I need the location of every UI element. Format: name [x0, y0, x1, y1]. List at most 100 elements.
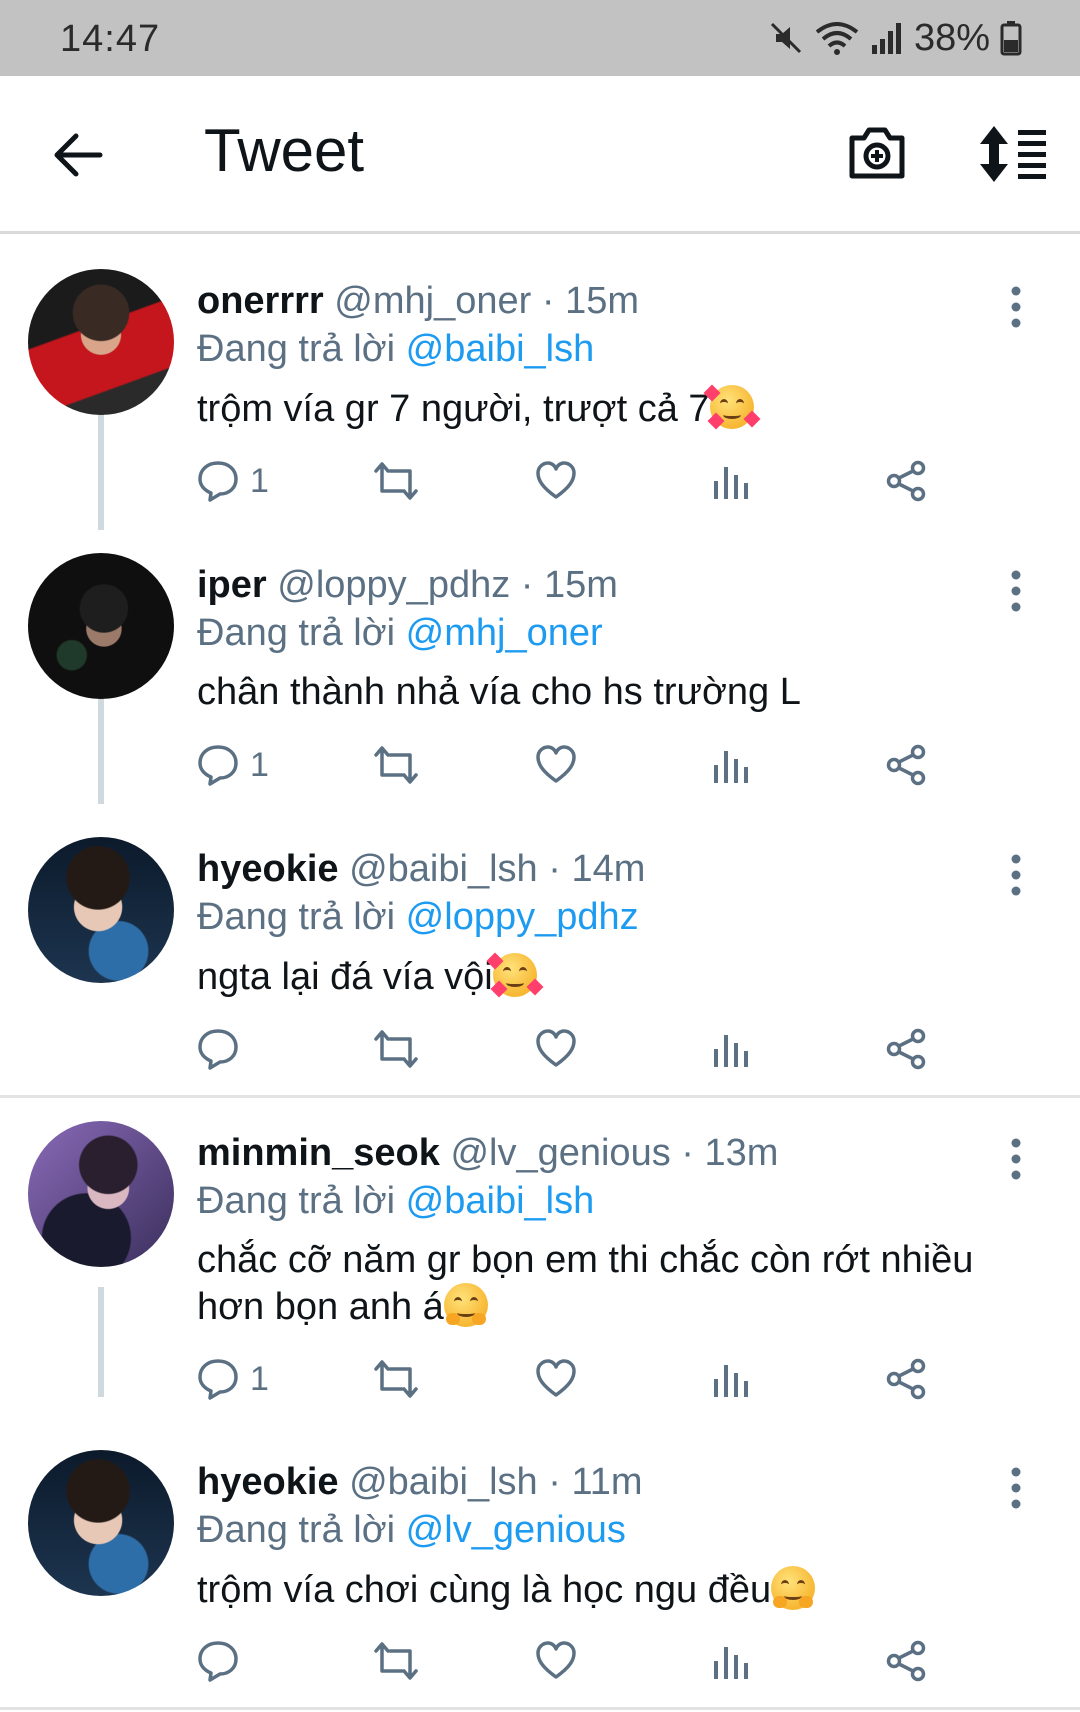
display-name[interactable]: hyeokie — [197, 848, 339, 890]
retweet-button[interactable] — [372, 451, 420, 511]
user-handle[interactable]: @baibi_lsh — [349, 848, 538, 890]
mention-link[interactable]: @lv_genious — [406, 1509, 626, 1551]
retweet-button[interactable] — [372, 735, 420, 795]
app-bar: Tweet — [0, 76, 1080, 234]
back-button[interactable] — [46, 126, 110, 184]
reply-count: 1 — [250, 1359, 269, 1398]
timestamp: 11m — [571, 1461, 643, 1503]
more-options-button[interactable] — [1004, 851, 1028, 899]
analytics-button[interactable] — [710, 735, 750, 795]
reply-count: 1 — [250, 461, 269, 500]
like-button[interactable] — [534, 1019, 578, 1079]
more-vertical-icon — [1011, 570, 1021, 612]
retweet-button[interactable] — [372, 1349, 420, 1409]
thread-separator — [0, 1707, 1080, 1710]
retweet-icon — [374, 746, 418, 784]
user-handle[interactable]: @baibi_lsh — [349, 1461, 538, 1503]
tweet-text: trộm vía chơi cùng là học ngu đều — [197, 1566, 1027, 1613]
more-options-button[interactable] — [1004, 283, 1028, 331]
mention-link[interactable]: @mhj_oner — [406, 612, 603, 654]
analytics-icon — [714, 467, 748, 499]
hugging-face-icon — [771, 1566, 816, 1610]
display-name[interactable]: minmin_seok — [197, 1132, 440, 1174]
status-time: 14:47 — [60, 18, 161, 60]
replying-prefix: Đang trả lời — [197, 896, 396, 938]
tweet-actions: 1 — [180, 451, 980, 511]
share-button[interactable] — [884, 1019, 928, 1079]
like-icon — [536, 745, 576, 783]
wifi-icon — [815, 22, 859, 55]
mute-icon — [770, 22, 801, 54]
share-icon — [886, 460, 926, 502]
analytics-icon — [714, 1035, 748, 1067]
share-button[interactable] — [884, 735, 928, 795]
reply-button[interactable]: 1 — [196, 1349, 269, 1409]
share-button[interactable] — [884, 1631, 928, 1691]
timestamp: 15m — [565, 280, 639, 322]
analytics-icon — [714, 1365, 748, 1397]
meta-dot: · — [520, 564, 534, 606]
reply-button[interactable] — [196, 1019, 250, 1079]
sort-button[interactable] — [978, 124, 1050, 184]
more-vertical-icon — [1011, 1138, 1021, 1180]
retweet-icon — [374, 1030, 418, 1068]
retweet-button[interactable] — [372, 1631, 420, 1691]
avatar[interactable] — [28, 1450, 174, 1596]
tweet-text-content: trộm vía gr 7 người, trượt cả 7 — [197, 388, 710, 430]
tweet-text: ngta lại đá vía vội — [197, 952, 1027, 1000]
mention-link[interactable]: @baibi_lsh — [406, 328, 595, 370]
display-name[interactable]: iper — [197, 564, 267, 606]
avatar[interactable] — [28, 553, 174, 699]
avatar[interactable] — [28, 837, 174, 983]
share-button[interactable] — [884, 1349, 928, 1409]
like-button[interactable] — [534, 1349, 578, 1409]
reply-icon — [198, 1029, 238, 1070]
like-button[interactable] — [534, 735, 578, 795]
reply-button[interactable] — [196, 1631, 250, 1691]
more-vertical-icon — [1011, 286, 1021, 328]
tweet-text-content: chắc cỡ năm gr bọn em thi chắc còn rớt n… — [197, 1239, 974, 1328]
analytics-button[interactable] — [710, 1349, 750, 1409]
replying-prefix: Đang trả lời — [197, 612, 396, 654]
retweet-button[interactable] — [372, 1019, 420, 1079]
display-name[interactable]: onerrrr — [197, 280, 324, 322]
like-button[interactable] — [534, 1631, 578, 1691]
retweet-icon — [374, 1360, 418, 1398]
share-icon — [886, 1358, 926, 1400]
like-icon — [536, 1359, 576, 1397]
avatar[interactable] — [28, 269, 174, 415]
status-bar: 14:47 38% — [0, 0, 1080, 76]
reply-button[interactable]: 1 — [196, 735, 269, 795]
tweet-actions: 1 — [180, 735, 980, 795]
reply-button[interactable]: 1 — [196, 451, 269, 511]
sort-icon — [980, 126, 1046, 182]
share-icon — [886, 1640, 926, 1682]
more-options-button[interactable] — [1004, 1464, 1028, 1512]
tweet-text-content: ngta lại đá vía vội — [197, 956, 493, 998]
signal-icon — [871, 23, 901, 54]
mention-link[interactable]: @loppy_pdhz — [406, 896, 639, 938]
more-options-button[interactable] — [1004, 1135, 1028, 1183]
user-handle[interactable]: @loppy_pdhz — [277, 564, 510, 606]
user-handle[interactable]: @mhj_oner — [334, 280, 531, 322]
mention-link[interactable]: @baibi_lsh — [406, 1180, 595, 1222]
user-handle[interactable]: @lv_genious — [450, 1132, 670, 1174]
reply-icon — [198, 745, 238, 786]
like-icon — [536, 1641, 576, 1679]
like-button[interactable] — [534, 451, 578, 511]
tweet-text: chân thành nhả vía cho hs trường L — [197, 669, 1027, 715]
retweet-icon — [374, 462, 418, 500]
more-options-button[interactable] — [1004, 567, 1028, 615]
display-name[interactable]: hyeokie — [197, 1461, 339, 1503]
meta-dot: · — [548, 848, 561, 890]
hugging-face-icon — [443, 1283, 488, 1327]
meta-dot: · — [548, 1461, 561, 1503]
battery-percent: 38% — [913, 16, 990, 59]
avatar[interactable] — [28, 1121, 174, 1267]
share-button[interactable] — [884, 451, 928, 511]
camera-button[interactable] — [846, 122, 908, 184]
analytics-button[interactable] — [710, 1631, 750, 1691]
analytics-button[interactable] — [710, 451, 750, 511]
analytics-button[interactable] — [710, 1019, 750, 1079]
replying-prefix: Đang trả lời — [197, 328, 396, 370]
